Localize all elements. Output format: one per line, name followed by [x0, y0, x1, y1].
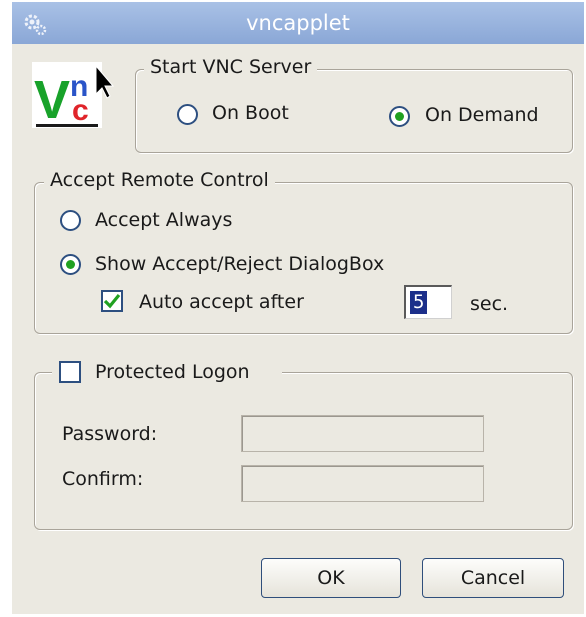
auto-accept-seconds-value[interactable]: 5: [410, 291, 428, 314]
radio-show-dialogbox-circle[interactable]: [60, 254, 81, 275]
radio-on-demand-label[interactable]: On Demand: [425, 104, 539, 126]
logo-v: V: [34, 70, 70, 130]
confirm-field[interactable]: [241, 465, 484, 502]
protected-logon-checkbox[interactable]: Protected Logon: [52, 358, 282, 388]
auto-accept-label[interactable]: Auto accept after: [139, 291, 304, 313]
radio-on-boot-label[interactable]: On Boot: [212, 102, 289, 124]
cancel-button[interactable]: Cancel: [422, 558, 564, 598]
radio-show-dialogbox-label[interactable]: Show Accept/Reject DialogBox: [95, 253, 384, 275]
protected-logon-check-box[interactable]: [59, 361, 81, 383]
vnc-logo: V n c: [32, 62, 114, 130]
protected-logon-label[interactable]: Protected Logon: [95, 361, 250, 383]
seconds-unit-label: sec.: [470, 293, 509, 315]
title-bar[interactable]: vncapplet: [12, 2, 584, 44]
vncapplet-dialog: vncapplet V n c Start VNC Server On Boot…: [12, 2, 584, 614]
confirm-label: Confirm:: [62, 468, 144, 490]
checkmark-icon: [103, 293, 121, 309]
radio-accept-always-label[interactable]: Accept Always: [95, 209, 232, 231]
logo-c: c: [72, 94, 89, 127]
ok-button[interactable]: OK: [261, 558, 401, 598]
start-server-legend: Start VNC Server: [144, 56, 318, 78]
radio-on-boot-circle[interactable]: [177, 104, 198, 125]
auto-accept-seconds-input[interactable]: 5: [404, 285, 452, 319]
password-field[interactable]: [241, 415, 484, 452]
remote-control-legend: Accept Remote Control: [44, 169, 275, 191]
window-title: vncapplet: [246, 11, 350, 35]
radio-on-demand-circle[interactable]: [389, 106, 410, 127]
radio-accept-always-circle[interactable]: [60, 210, 81, 231]
auto-accept-check-box[interactable]: [101, 290, 123, 312]
password-label: Password:: [62, 423, 158, 445]
